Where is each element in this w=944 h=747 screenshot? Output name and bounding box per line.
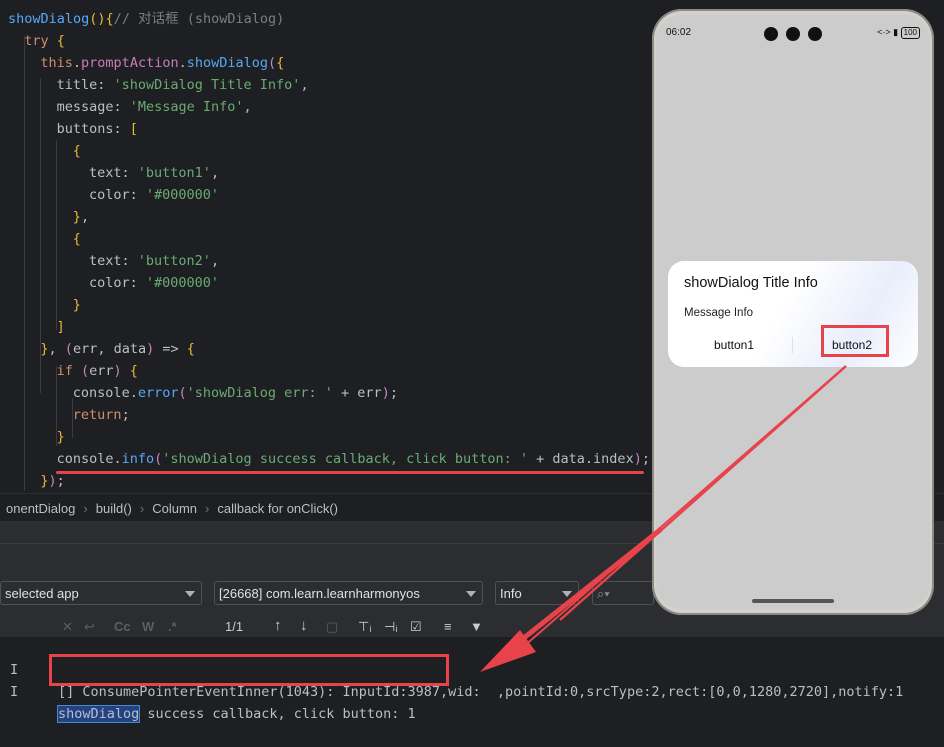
search-highlight: showDialog [56,705,141,723]
arrow-shaft [559,365,847,621]
annotation-arrow [480,365,847,672]
log-text: showDialog success callback, click butto… [56,703,416,725]
log-text-rest: success callback, click button: 1 [139,706,416,722]
